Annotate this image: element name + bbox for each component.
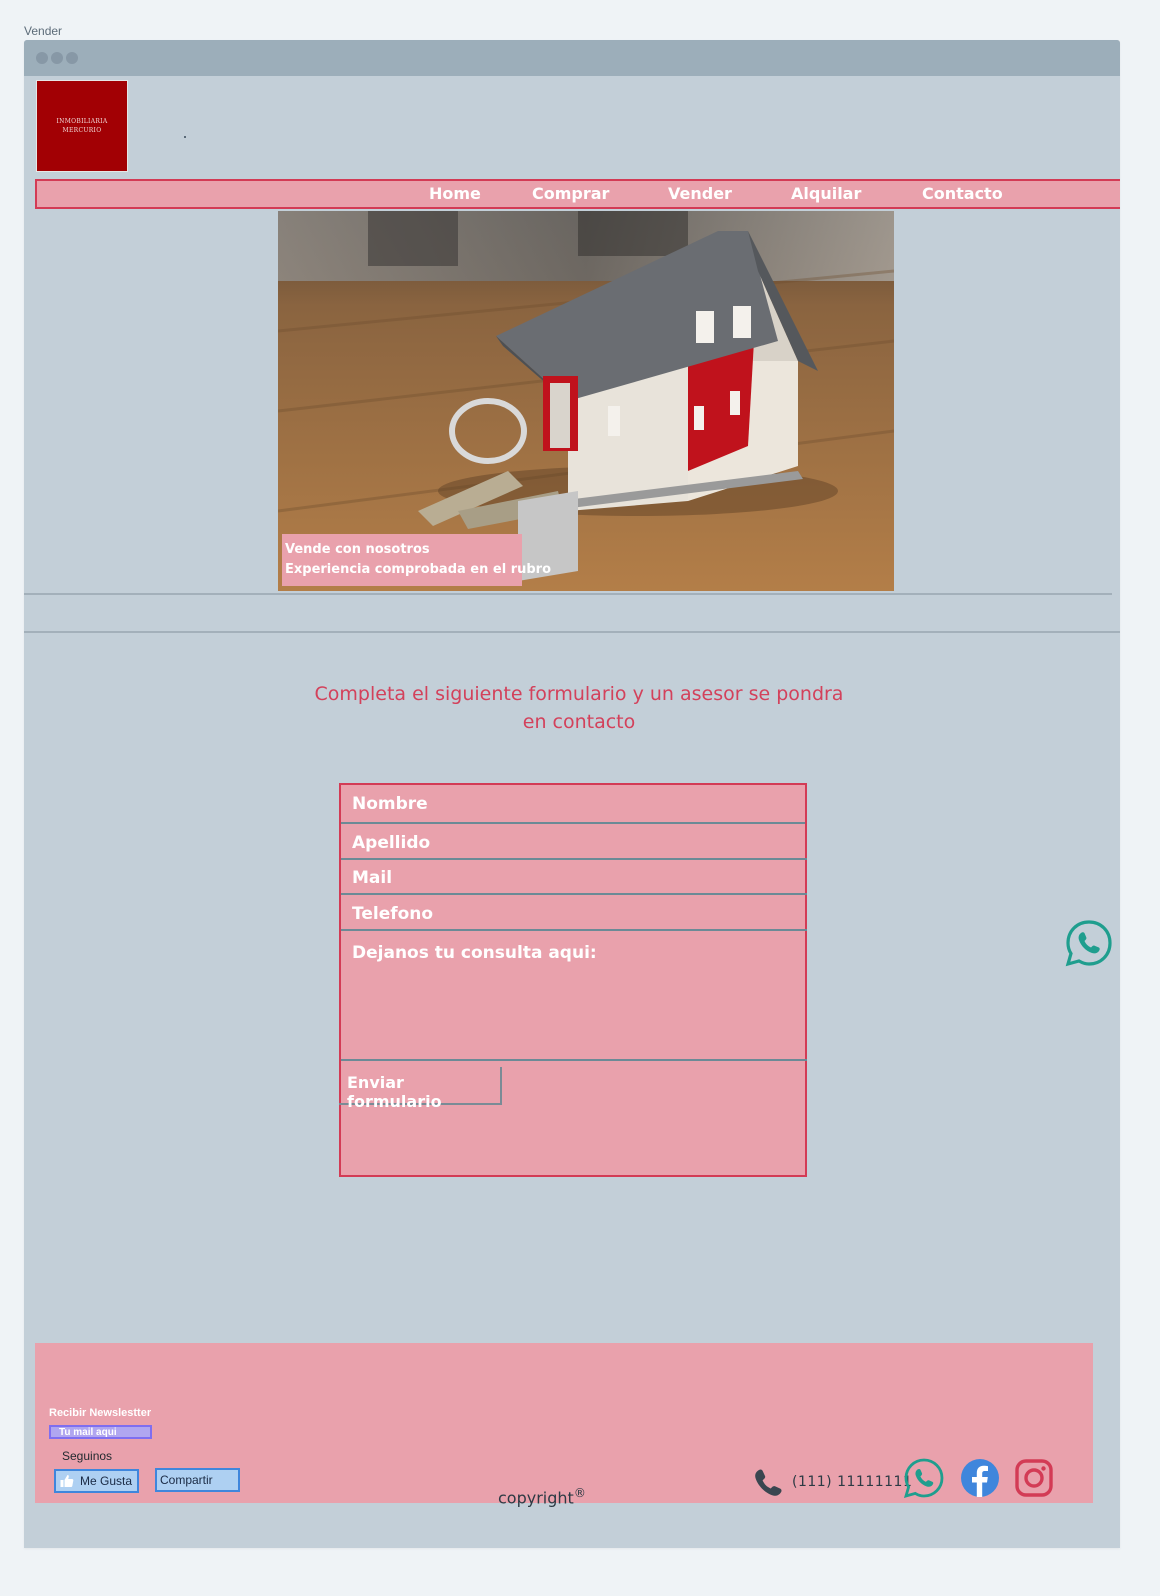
phone-icon — [755, 1469, 782, 1496]
site-frame: INMOBILIARIA MERCURIO Home Comprar Vende… — [24, 40, 1120, 1548]
facebook-icon[interactable] — [959, 1457, 1001, 1499]
copyright: copyright® — [498, 1486, 586, 1507]
nav-vender[interactable]: Vender — [668, 182, 732, 206]
nav-contacto[interactable]: Contacto — [922, 182, 1003, 206]
contact-form: Nombre Apellido Mail Telefono Dejanos tu… — [339, 783, 807, 1177]
window-dot — [36, 52, 48, 64]
hero-caption-line-2: Experiencia comprobada en el rubro — [285, 562, 552, 577]
mail-field[interactable]: Mail — [341, 860, 807, 895]
registered-mark: ® — [573, 1486, 586, 1500]
nombre-field[interactable]: Nombre — [341, 785, 805, 824]
logo[interactable]: INMOBILIARIA MERCURIO — [36, 80, 128, 172]
copyright-text: copyright — [498, 1488, 574, 1508]
nav-alquilar[interactable]: Alquilar — [791, 182, 861, 206]
window-dot — [66, 52, 78, 64]
telefono-field[interactable]: Telefono — [341, 895, 807, 931]
divider — [24, 593, 1112, 595]
hero-caption-line-1: Vende con nosotros — [285, 542, 430, 557]
apellido-field[interactable]: Apellido — [341, 824, 807, 860]
newsletter-email-input[interactable] — [49, 1425, 152, 1439]
divider — [24, 631, 1120, 633]
form-heading: Completa el siguiente formulario y un as… — [314, 683, 844, 733]
instagram-icon[interactable] — [1013, 1457, 1055, 1499]
decorative-dot — [184, 136, 186, 138]
whatsapp-icon[interactable] — [903, 1457, 945, 1499]
window-dot — [51, 52, 63, 64]
hero-caption: Vende con nosotros Experiencia comprobad… — [282, 534, 552, 586]
browser-chrome — [24, 40, 1120, 76]
logo-line-1: INMOBILIARIA — [56, 118, 108, 125]
submit-button[interactable]: Enviar formulario — [339, 1067, 502, 1111]
consulta-textarea[interactable]: Dejanos tu consulta aqui: — [341, 931, 807, 1061]
like-button[interactable]: Me Gusta — [54, 1469, 139, 1493]
page-label: Vender — [24, 24, 63, 38]
footer: Recibir Newslestter Seguinos Me Gusta Co… — [35, 1343, 1093, 1503]
newsletter-label: Recibir Newslestter — [49, 1407, 152, 1419]
thumbs-up-icon — [60, 1475, 74, 1487]
nav-comprar[interactable]: Comprar — [532, 182, 609, 206]
nav-home[interactable]: Home — [429, 182, 481, 206]
share-button[interactable]: Compartir — [155, 1468, 240, 1492]
whatsapp-icon[interactable] — [1064, 918, 1114, 968]
logo-line-2: MERCURIO — [62, 127, 102, 134]
follow-label: Seguinos — [62, 1449, 113, 1463]
main-nav: Home Comprar Vender Alquilar Contacto — [35, 179, 1120, 209]
like-label: Me Gusta — [80, 1474, 133, 1488]
hero-image: Vende con nosotros Experiencia comprobad… — [278, 211, 894, 591]
phone-number: (111) 11111111 — [792, 1474, 913, 1490]
